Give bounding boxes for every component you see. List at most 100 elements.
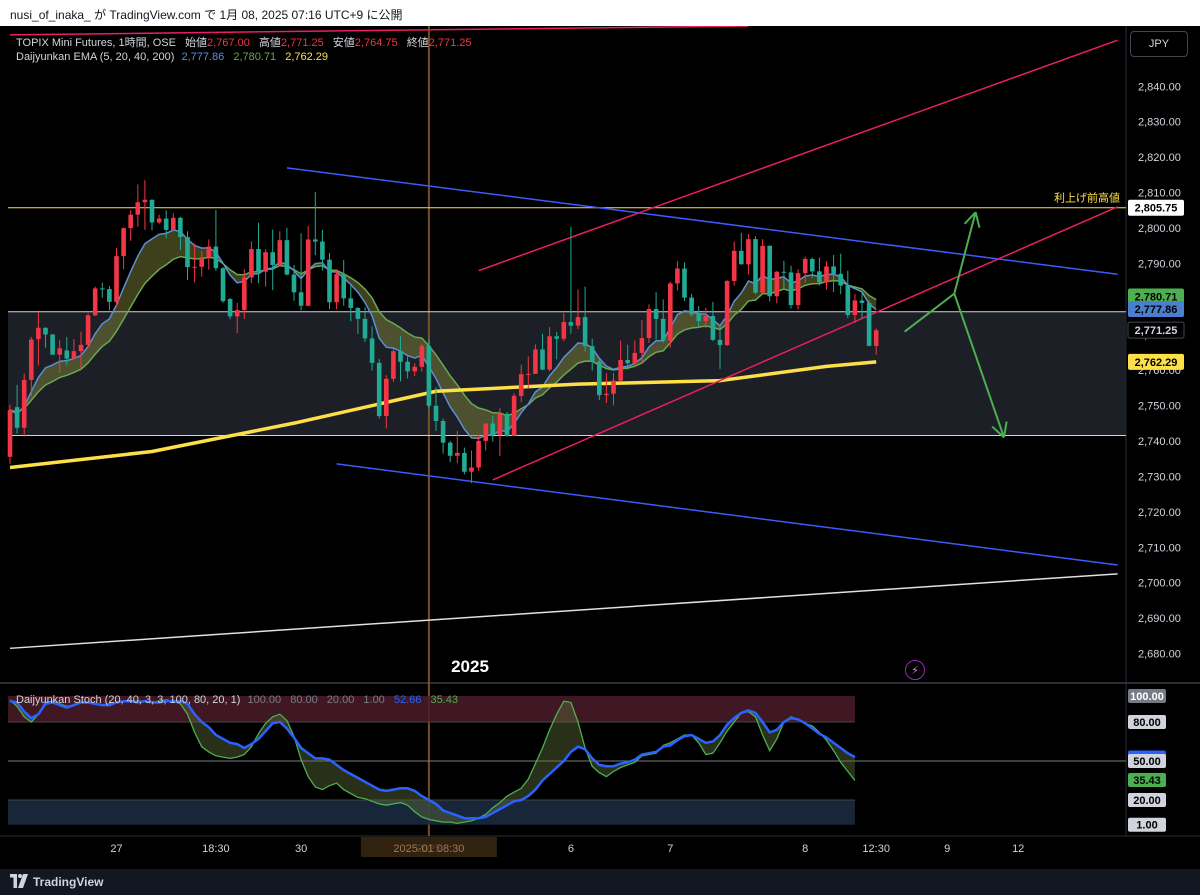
candle[interactable] (341, 274, 346, 299)
candle[interactable] (114, 256, 119, 302)
candle[interactable] (206, 246, 212, 258)
candle[interactable] (369, 338, 375, 363)
candle[interactable] (440, 421, 446, 443)
candle[interactable] (348, 298, 354, 308)
candle[interactable] (540, 349, 545, 370)
candle[interactable] (107, 289, 112, 302)
candle[interactable] (518, 374, 524, 396)
candle[interactable] (362, 318, 368, 339)
candle[interactable] (163, 218, 169, 230)
candle[interactable] (859, 300, 865, 303)
candle[interactable] (156, 218, 162, 223)
candle[interactable] (21, 379, 27, 428)
candle[interactable] (604, 393, 609, 396)
candle[interactable] (100, 288, 105, 290)
candle[interactable] (660, 318, 666, 341)
candle[interactable] (589, 346, 595, 362)
candle[interactable] (256, 249, 261, 272)
chart-area[interactable]: 2025 利上げ前高値 2,680.00 2,690.00 2,700.00 2,710.… (0, 26, 1200, 869)
candle[interactable] (689, 297, 694, 315)
candle[interactable] (824, 266, 829, 283)
candle[interactable] (327, 259, 332, 303)
candle[interactable] (731, 250, 737, 281)
candle[interactable] (710, 316, 716, 340)
candle[interactable] (845, 285, 851, 315)
candle[interactable] (739, 250, 744, 265)
candle[interactable] (760, 245, 765, 293)
candle[interactable] (866, 302, 872, 346)
candle[interactable] (668, 283, 673, 341)
candle[interactable] (696, 314, 701, 322)
candle[interactable] (36, 327, 41, 340)
candle[interactable] (447, 442, 453, 456)
candle[interactable] (85, 315, 91, 345)
candle[interactable] (611, 380, 616, 394)
trendline-lower-descending-blue[interactable] (336, 463, 1118, 566)
candle[interactable] (199, 257, 204, 267)
candle[interactable] (433, 405, 439, 422)
candle[interactable] (831, 266, 836, 274)
candle[interactable] (277, 240, 283, 265)
trendline-upper-descending-blue[interactable] (286, 167, 1118, 275)
candle[interactable] (781, 271, 787, 273)
candle[interactable] (29, 339, 34, 380)
candle[interactable] (391, 351, 396, 379)
candle[interactable] (71, 351, 77, 359)
candle[interactable] (320, 241, 325, 260)
candle[interactable] (57, 348, 62, 355)
candle[interactable] (511, 395, 517, 436)
candle[interactable] (504, 413, 510, 436)
trendline-red-channel-upper[interactable] (478, 39, 1118, 272)
candle[interactable] (298, 292, 304, 306)
candle[interactable] (128, 214, 133, 229)
candle[interactable] (561, 322, 567, 339)
lightning-icon[interactable]: ⚡ (905, 660, 925, 680)
candle[interactable] (121, 228, 126, 257)
candle[interactable] (92, 288, 98, 316)
candle[interactable] (263, 252, 268, 272)
candle[interactable] (419, 345, 425, 367)
candle[interactable] (334, 274, 339, 303)
candle[interactable] (526, 373, 531, 375)
candle[interactable] (142, 199, 148, 203)
candle[interactable] (384, 378, 389, 417)
candle[interactable] (575, 317, 581, 326)
candle[interactable] (618, 360, 623, 381)
candle[interactable] (376, 362, 382, 417)
candle[interactable] (313, 239, 318, 242)
candle[interactable] (490, 423, 496, 436)
candle[interactable] (412, 366, 417, 372)
candle[interactable] (873, 330, 879, 346)
candle[interactable] (653, 308, 659, 319)
candle[interactable] (632, 352, 638, 364)
candle[interactable] (817, 271, 822, 283)
candle[interactable] (497, 413, 503, 436)
currency-button[interactable]: JPY (1130, 31, 1188, 57)
candle[interactable] (767, 245, 772, 297)
candle[interactable] (398, 351, 403, 362)
candle[interactable] (14, 407, 20, 428)
candle[interactable] (291, 274, 297, 293)
candle[interactable] (582, 317, 588, 347)
candle[interactable] (78, 344, 84, 352)
candle[interactable] (802, 258, 808, 274)
candle[interactable] (774, 271, 780, 297)
candle[interactable] (597, 361, 602, 396)
candle[interactable] (220, 268, 226, 302)
candle[interactable] (810, 258, 815, 272)
candle[interactable] (625, 360, 630, 364)
candle[interactable] (746, 239, 751, 265)
candle[interactable] (149, 199, 155, 223)
candle[interactable] (43, 327, 48, 335)
candle[interactable] (682, 268, 687, 298)
candle[interactable] (547, 336, 552, 370)
candle[interactable] (476, 440, 481, 468)
candle[interactable] (270, 252, 275, 265)
candle[interactable] (249, 249, 254, 278)
candle[interactable] (135, 202, 141, 215)
candle[interactable] (717, 339, 723, 346)
candle[interactable] (852, 300, 858, 315)
candle[interactable] (554, 336, 559, 339)
candle[interactable] (284, 240, 290, 275)
candle[interactable] (305, 239, 311, 306)
